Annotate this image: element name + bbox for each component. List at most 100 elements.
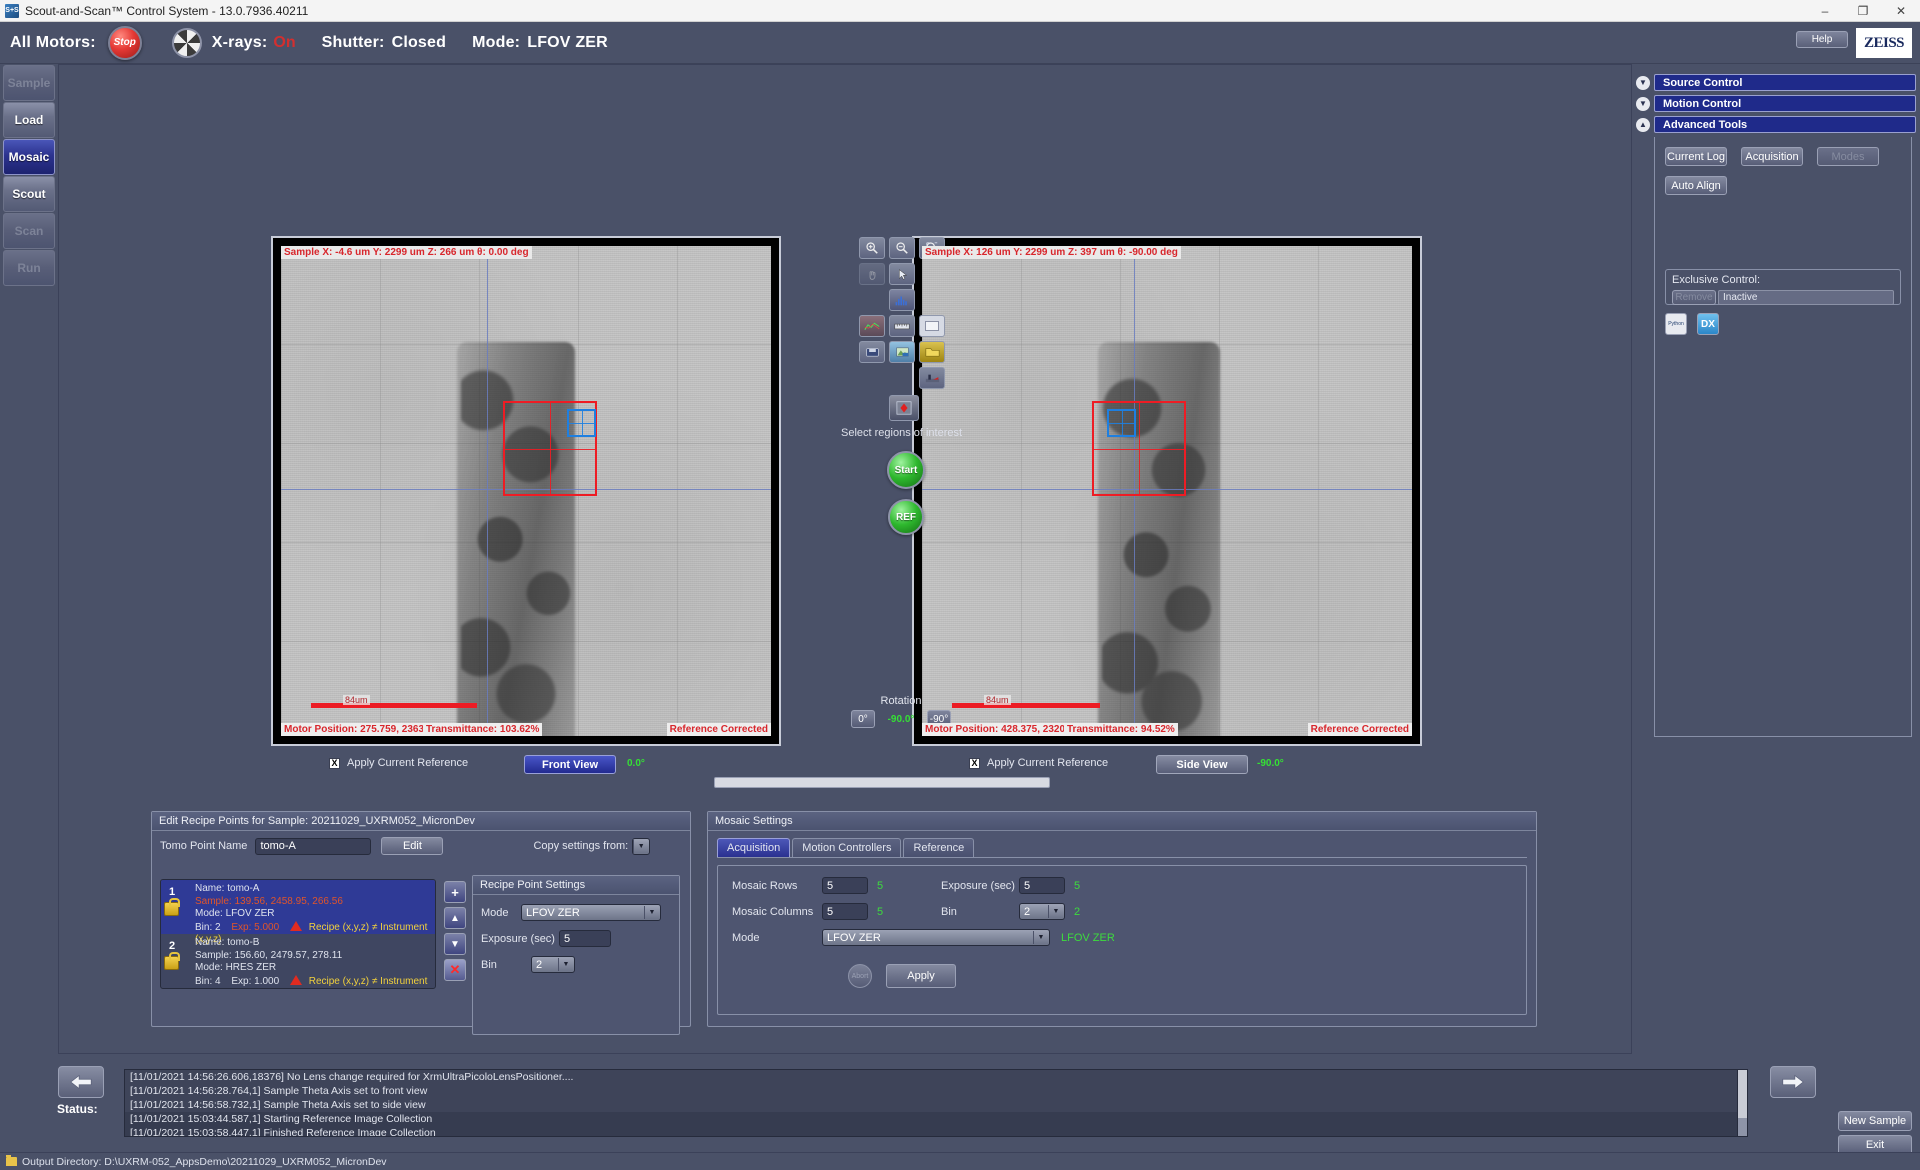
recipe-point-row-1[interactable]: 1 Name: tomo-A Sample: 139.56, 2458.95, … <box>161 880 435 934</box>
log-scrollbar[interactable] <box>1737 1070 1747 1136</box>
histogram-icon[interactable] <box>889 289 915 311</box>
front-apply-reference-checkbox[interactable]: X <box>329 758 340 769</box>
mosaic-mode-dropdown[interactable]: LFOV ZER ▼ <box>822 929 1050 946</box>
back-arrow-icon[interactable] <box>58 1066 104 1098</box>
mosaic-rows-input[interactable] <box>822 877 868 894</box>
stop-all-motors-button[interactable]: Stop <box>108 26 142 60</box>
save-image-icon[interactable] <box>859 341 885 363</box>
add-point-icon[interactable]: + <box>444 881 466 903</box>
help-button[interactable]: Help <box>1796 31 1848 48</box>
remove-button[interactable]: Remove <box>1672 290 1716 305</box>
side-apply-reference-checkbox[interactable]: X <box>969 758 980 769</box>
export-image-icon[interactable] <box>889 341 915 363</box>
recipe-bin-dropdown[interactable]: 2 ▼ <box>531 956 575 973</box>
main-work-area: 84um Sample X: -4.6 um Y: 2299 um Z: 266… <box>58 64 1632 1054</box>
front-view-button[interactable]: Front View <box>524 755 616 774</box>
status-log[interactable]: [11/01/2021 14:56:26.606,18376] No Lens … <box>124 1069 1748 1137</box>
right-tools-panel: ▼ Source Control ▼ Motion Control ▲ Adva… <box>1636 74 1916 737</box>
side-view-image-panel[interactable]: 84um Sample X: 126 um Y: 2299 um Z: 397 … <box>912 236 1422 746</box>
section-source-control[interactable]: ▼ Source Control <box>1636 74 1916 91</box>
section-advanced-tools[interactable]: ▲ Advanced Tools <box>1636 116 1916 133</box>
zoom-in-icon[interactable] <box>859 237 885 259</box>
mosaic-exposure-label: Exposure (sec) <box>941 880 1019 892</box>
chevron-down-icon[interactable]: ▼ <box>1636 97 1650 111</box>
front-view-roi-hres[interactable] <box>567 409 596 437</box>
sidebar-item-load[interactable]: Load <box>3 102 55 138</box>
ref-button[interactable]: REF <box>888 499 924 535</box>
auto-align-button[interactable]: Auto Align <box>1665 176 1727 195</box>
tomo-point-name-label: Tomo Point Name <box>160 840 247 852</box>
side-view-roi-hres[interactable] <box>1107 409 1136 437</box>
recipe-exposure-input[interactable] <box>559 930 611 947</box>
lock-icon[interactable] <box>164 902 179 916</box>
sidebar-item-run[interactable]: Run <box>3 250 55 286</box>
lock-icon[interactable] <box>164 956 179 970</box>
warning-icon <box>290 975 302 985</box>
log-scrollbar-thumb[interactable] <box>1738 1118 1747 1136</box>
section-motion-control[interactable]: ▼ Motion Control <box>1636 95 1916 112</box>
abort-button[interactable]: Abort <box>848 964 872 988</box>
front-view-canvas[interactable]: 84um <box>281 246 771 736</box>
next-arrow-icon[interactable] <box>1770 1066 1816 1098</box>
line-profile-icon[interactable] <box>859 315 885 337</box>
tab-motion-controllers[interactable]: Motion Controllers <box>792 838 901 857</box>
pointer-icon[interactable] <box>889 263 915 285</box>
side-view-button[interactable]: Side View <box>1156 755 1248 774</box>
recipe-points-list[interactable]: 1 Name: tomo-A Sample: 139.56, 2458.95, … <box>160 879 436 989</box>
motion-control-header[interactable]: Motion Control <box>1654 95 1916 112</box>
advanced-tools-header[interactable]: Advanced Tools <box>1654 116 1916 133</box>
side-view-canvas[interactable]: 84um <box>922 246 1412 736</box>
acquisition-button[interactable]: Acquisition <box>1741 147 1803 166</box>
dx-icon[interactable]: DX <box>1697 313 1719 335</box>
roi-target-icon[interactable] <box>889 395 919 421</box>
mosaic-columns-input[interactable] <box>822 903 868 920</box>
open-folder-icon[interactable] <box>919 341 945 363</box>
chevron-down-icon: ▼ <box>633 840 648 853</box>
mosaic-columns-label: Mosaic Columns <box>732 906 822 918</box>
recipe-point-row-2[interactable]: 2 Name: tomo-B Sample: 156.60, 2479.57, … <box>161 934 435 988</box>
front-view-image-panel[interactable]: 84um Sample X: -4.6 um Y: 2299 um Z: 266… <box>271 236 781 746</box>
mosaic-bin-dropdown[interactable]: 2 ▼ <box>1019 903 1065 920</box>
apply-button[interactable]: Apply <box>886 964 956 988</box>
source-control-header[interactable]: Source Control <box>1654 74 1916 91</box>
recipe-point-sample: Sample: 139.56, 2458.95, 266.56 <box>195 896 431 909</box>
new-sample-button[interactable]: New Sample <box>1838 1111 1912 1131</box>
rotate-zero-button[interactable]: 0° <box>851 710 875 728</box>
recipe-point-name: Name: tomo-A <box>195 883 431 896</box>
delete-point-icon[interactable]: ✕ <box>444 959 466 981</box>
zoom-out-icon[interactable] <box>889 237 915 259</box>
horizontal-scrollbar[interactable] <box>714 777 1050 788</box>
sidebar-item-mosaic[interactable]: Mosaic <box>3 139 55 175</box>
current-log-button[interactable]: Current Log <box>1665 147 1727 166</box>
mosaic-exposure-input[interactable] <box>1019 877 1065 894</box>
chevron-down-icon[interactable]: ▼ <box>1636 76 1650 90</box>
mosaic-rows-label: Mosaic Rows <box>732 880 822 892</box>
settings-icon[interactable] <box>919 367 945 389</box>
front-apply-reference-label: Apply Current Reference <box>347 757 468 769</box>
move-up-icon[interactable]: ▲ <box>444 907 466 929</box>
tab-reference[interactable]: Reference <box>903 838 974 857</box>
sidebar-item-sample[interactable]: Sample <box>3 65 55 101</box>
close-button[interactable]: ✕ <box>1882 0 1920 22</box>
restore-button[interactable]: ❐ <box>1844 0 1882 22</box>
copy-settings-dropdown[interactable]: ▼ <box>632 838 650 855</box>
status-toolbar: All Motors: Stop X-rays: On Shutter: Clo… <box>0 22 1920 64</box>
move-down-icon[interactable]: ▼ <box>444 933 466 955</box>
tomo-point-name-input[interactable] <box>255 838 371 855</box>
modes-button[interactable]: Modes <box>1817 147 1879 166</box>
python-icon[interactable]: Python <box>1665 313 1687 335</box>
contrast-icon[interactable] <box>919 315 945 337</box>
sidebar-item-scout[interactable]: Scout <box>3 176 55 212</box>
log-line: [11/01/2021 15:03:58.447,1] Finished Ref… <box>125 1126 1747 1137</box>
start-button[interactable]: Start <box>887 451 925 489</box>
chevron-up-icon[interactable]: ▲ <box>1636 118 1650 132</box>
pan-hand-icon[interactable] <box>859 263 885 285</box>
edit-button[interactable]: Edit <box>381 837 443 855</box>
log-line: [11/01/2021 14:56:58.732,1] Sample Theta… <box>125 1098 1747 1112</box>
minimize-button[interactable]: – <box>1806 0 1844 22</box>
recipe-mode-dropdown[interactable]: LFOV ZER ▼ <box>521 904 661 921</box>
roi-tool-caption: Select regions of interest <box>841 427 951 439</box>
tab-acquisition[interactable]: Acquisition <box>717 838 790 857</box>
ruler-icon[interactable] <box>889 315 915 337</box>
sidebar-item-scan[interactable]: Scan <box>3 213 55 249</box>
